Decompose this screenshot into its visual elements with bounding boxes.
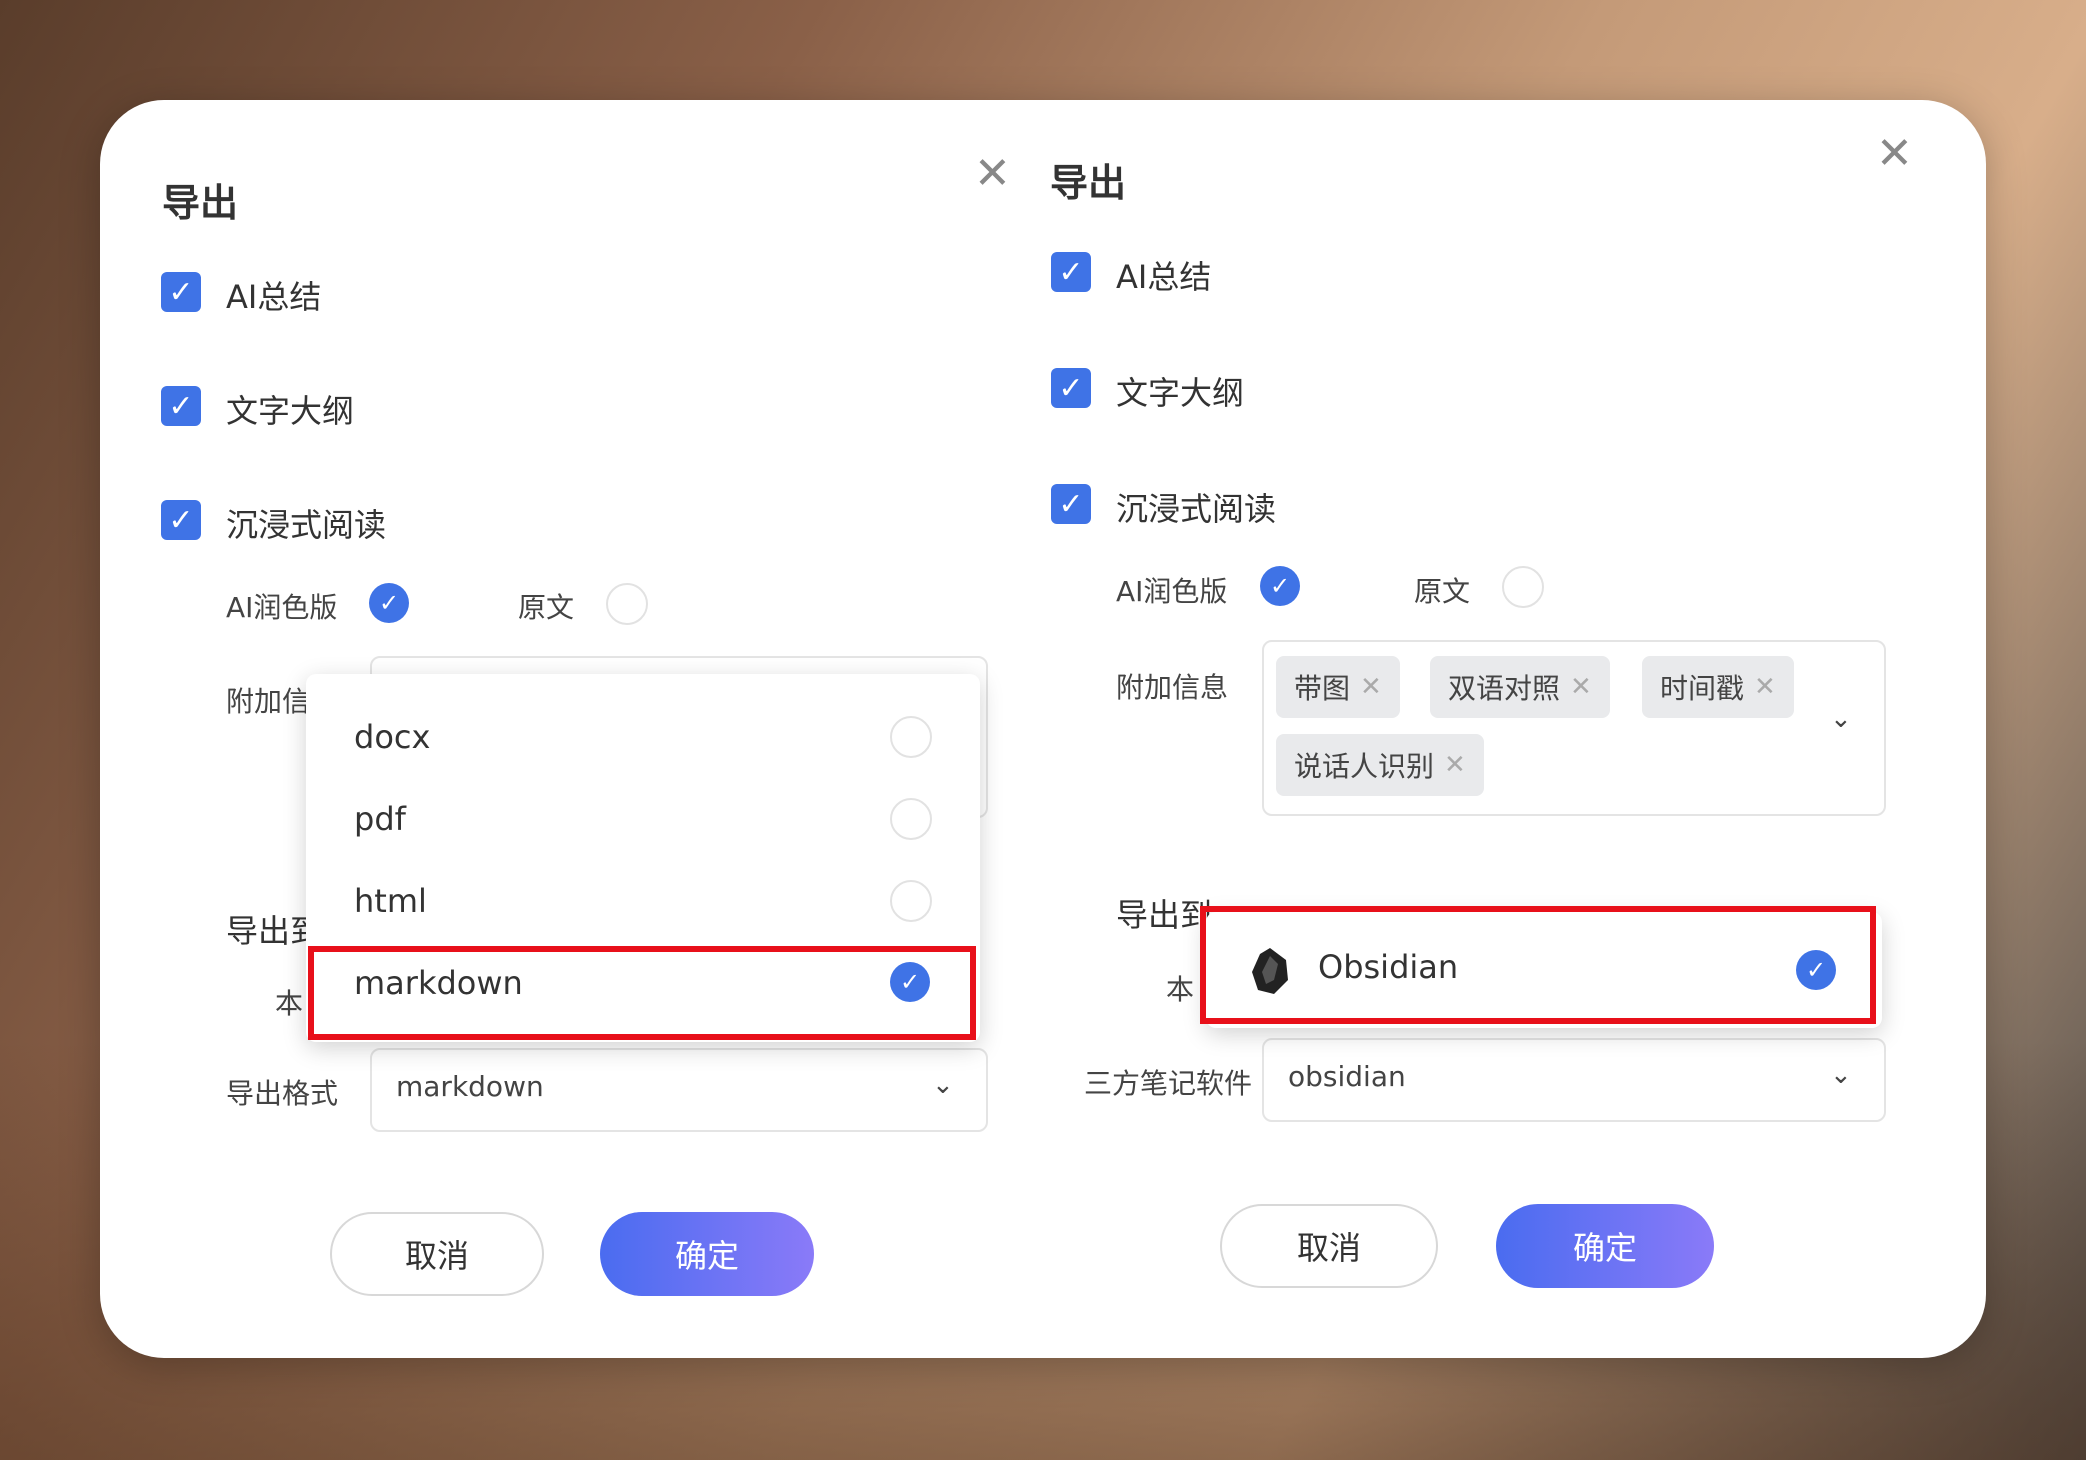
left-checkbox-immersive[interactable]: ✓ [161, 500, 201, 540]
chevron-down-icon: ⌄ [1830, 1060, 1852, 1090]
tag-label: 双语对照 [1448, 672, 1561, 705]
left-label-polished: AI润色版 [226, 591, 338, 624]
right-confirm-button[interactable]: 确定 [1496, 1204, 1714, 1288]
right-label-outline: 文字大纲 [1116, 374, 1245, 412]
right-checkbox-outline[interactable]: ✓ [1051, 368, 1091, 408]
left-label-outline: 文字大纲 [226, 392, 355, 430]
format-option-pdf-radio[interactable] [890, 798, 932, 840]
right-cancel-button[interactable]: 取消 [1220, 1204, 1438, 1288]
left-label-local: 本 [275, 987, 304, 1020]
tag-label: 说话人识别 [1294, 750, 1435, 783]
chevron-down-icon: ⌄ [932, 1070, 954, 1100]
check-icon: ✓ [1058, 370, 1084, 406]
left-label-ai-summary: AI总结 [226, 278, 322, 316]
format-option-docx-radio[interactable] [890, 716, 932, 758]
tag-close-icon[interactable]: ✕ [1570, 672, 1592, 702]
export-dialog-card: 导出 ✕ ✓ AI总结 ✓ 文字大纲 ✓ 沉浸式阅读 AI润色版 ✓ 原文 附加… [100, 100, 1986, 1358]
tag-close-icon[interactable]: ✕ [1360, 672, 1382, 702]
left-radio-polished[interactable]: ✓ [369, 583, 409, 623]
right-label-notes-app: 三方笔记软件 [1084, 1067, 1253, 1100]
left-label-extra-info: 附加信 [226, 685, 311, 718]
format-option-docx[interactable]: docx [354, 718, 430, 756]
right-label-extra-info: 附加信息 [1116, 671, 1229, 704]
left-dialog-title: 导出 [162, 181, 239, 225]
right-checkbox-ai-summary[interactable]: ✓ [1051, 252, 1091, 292]
right-label-export-to: 导出到 [1116, 896, 1213, 934]
format-option-html-radio[interactable] [890, 880, 932, 922]
right-radio-polished[interactable]: ✓ [1260, 566, 1300, 606]
tag-bilingual: 双语对照 ✕ [1430, 656, 1610, 718]
right-label-immersive: 沉浸式阅读 [1116, 490, 1277, 528]
tag-close-icon[interactable]: ✕ [1444, 750, 1466, 780]
right-radio-original[interactable] [1502, 566, 1544, 608]
left-checkbox-ai-summary[interactable]: ✓ [161, 272, 201, 312]
close-icon[interactable]: ✕ [1876, 132, 1913, 176]
format-option-html[interactable]: html [354, 882, 427, 920]
format-select[interactable]: markdown ⌄ [370, 1048, 988, 1132]
notes-app-select[interactable]: obsidian ⌄ [1262, 1038, 1886, 1122]
tag-close-icon[interactable]: ✕ [1754, 672, 1776, 702]
right-label-local: 本 [1166, 973, 1195, 1006]
check-icon: ✓ [168, 502, 194, 538]
highlight-box [1200, 906, 1876, 1024]
tag-label: 带图 [1294, 672, 1351, 705]
check-icon: ✓ [1058, 254, 1084, 290]
extra-info-select[interactable]: 带图 ✕ 双语对照 ✕ 时间戳 ✕ 说话人识别 ✕ ⌄ [1262, 640, 1886, 816]
check-icon: ✓ [1269, 572, 1291, 600]
check-icon: ✓ [1058, 486, 1084, 522]
right-label-polished: AI润色版 [1116, 575, 1228, 608]
left-label-format: 导出格式 [226, 1077, 339, 1110]
format-option-pdf[interactable]: pdf [354, 800, 406, 838]
left-label-original: 原文 [518, 591, 575, 624]
tag-with-images: 带图 ✕ [1276, 656, 1400, 718]
right-label-ai-summary: AI总结 [1116, 258, 1212, 296]
highlight-box [308, 946, 976, 1040]
chevron-down-icon[interactable]: ⌄ [1830, 704, 1852, 734]
tag-label: 时间戳 [1660, 672, 1745, 705]
left-cancel-button[interactable]: 取消 [330, 1212, 544, 1296]
tag-speaker-id: 说话人识别 ✕ [1276, 734, 1484, 796]
check-icon: ✓ [168, 388, 194, 424]
right-checkbox-immersive[interactable]: ✓ [1051, 484, 1091, 524]
close-icon[interactable]: ✕ [974, 152, 1011, 196]
left-checkbox-outline[interactable]: ✓ [161, 386, 201, 426]
notes-app-select-value: obsidian [1288, 1060, 1406, 1093]
check-icon: ✓ [378, 589, 400, 617]
check-icon: ✓ [168, 274, 194, 310]
left-radio-original[interactable] [606, 583, 648, 625]
tag-timestamp: 时间戳 ✕ [1642, 656, 1794, 718]
right-dialog-title: 导出 [1050, 161, 1127, 205]
right-label-original: 原文 [1414, 575, 1471, 608]
format-select-value: markdown [396, 1070, 544, 1103]
left-label-immersive: 沉浸式阅读 [226, 506, 387, 544]
left-confirm-button[interactable]: 确定 [600, 1212, 814, 1296]
